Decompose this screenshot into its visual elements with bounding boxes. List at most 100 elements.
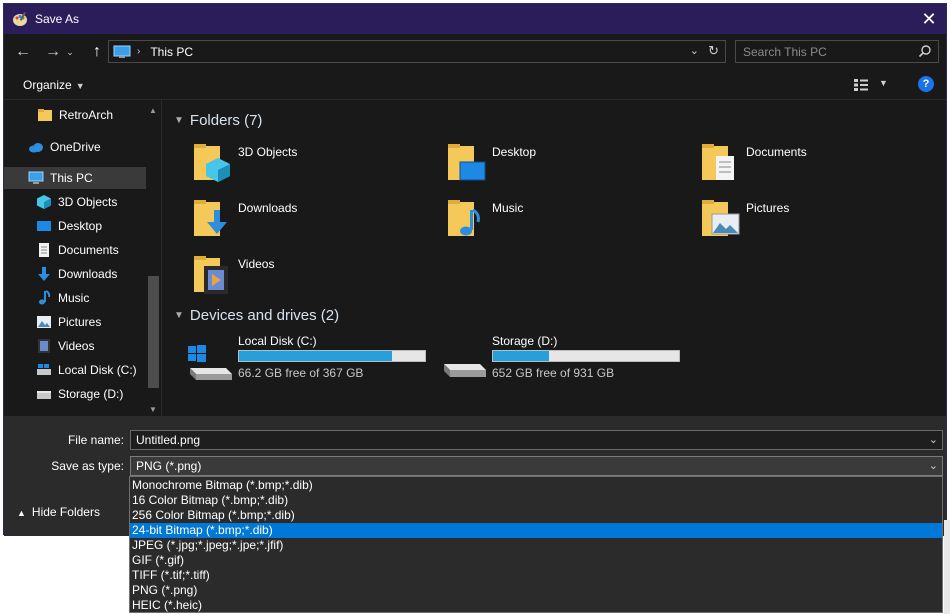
sidebar-scrollbar[interactable]: ▲ ▼ <box>146 100 161 416</box>
drive-icon <box>37 391 51 399</box>
sidebar-item-label: Pictures <box>58 315 102 329</box>
sidebar-item-storage-d[interactable]: Storage (D:) <box>4 383 146 405</box>
music-folder-icon <box>448 200 480 236</box>
drive-usage-bar <box>492 350 680 362</box>
drive-label: Local Disk (C:) <box>238 334 317 348</box>
chevron-down-icon: ▼ <box>174 115 184 126</box>
chevron-down-icon[interactable]: ⌄ <box>929 459 938 472</box>
search-placeholder: Search This PC <box>743 44 827 59</box>
scroll-down-arrow[interactable]: ▼ <box>149 405 157 414</box>
folder-label: Documents <box>746 145 807 159</box>
up-button[interactable]: ↑ <box>85 40 109 64</box>
sidebar-item-label: Documents <box>58 243 119 257</box>
sidebar-item-documents[interactable]: Documents <box>4 239 146 261</box>
type-option[interactable]: Monochrome Bitmap (*.bmp;*.dib) <box>130 478 942 493</box>
sidebar-item-label: OneDrive <box>50 140 101 154</box>
sidebar-item-label: 3D Objects <box>58 195 118 209</box>
videos-folder-icon <box>194 256 228 294</box>
paint-palette-icon <box>13 12 27 26</box>
breadcrumb-separator[interactable]: › <box>137 46 140 57</box>
folder-tile-3d-objects[interactable]: 3D Objects <box>192 140 297 184</box>
refresh-icon[interactable]: ↻ <box>708 43 719 59</box>
recent-locations-button[interactable]: ⌄ <box>64 40 76 64</box>
folders-header-label: Folders (7) <box>189 112 263 129</box>
search-input[interactable]: Search This PC <box>735 40 939 63</box>
toolbar: Organize ▼ ▼ ? <box>4 70 946 100</box>
hide-folders-label: Hide Folders <box>31 505 100 519</box>
drive-label: Storage (D:) <box>492 334 558 348</box>
sidebar-item-local-disk-c[interactable]: Local Disk (C:) <box>4 359 146 381</box>
help-button[interactable]: ? <box>918 76 934 92</box>
sidebar-item-label: Downloads <box>58 267 118 281</box>
type-option[interactable]: HEIC (*.heic) <box>130 598 942 613</box>
folder-tile-pictures[interactable]: Pictures <box>700 196 789 240</box>
type-option[interactable]: JPEG (*.jpg;*.jpeg;*.jpe;*.jfif) <box>130 538 942 553</box>
forward-button[interactable]: → <box>41 40 65 64</box>
organize-menu[interactable]: Organize ▼ <box>23 78 85 92</box>
sidebar-item-label: Videos <box>58 339 95 353</box>
folder-tile-desktop[interactable]: Desktop <box>446 140 536 184</box>
hide-folders-button[interactable]: ▲ Hide Folders <box>17 505 100 519</box>
view-options-dropdown[interactable]: ▼ <box>879 78 888 88</box>
desktop-icon <box>37 221 51 231</box>
scrollbar-thumb[interactable] <box>148 276 159 388</box>
breadcrumb-this-pc[interactable]: This PC <box>150 45 193 59</box>
file-name-label: File name: <box>67 433 124 447</box>
back-button[interactable]: ← <box>11 40 35 64</box>
computer-icon <box>113 45 131 58</box>
pictures-folder-icon <box>702 200 740 236</box>
chevron-up-icon: ▲ <box>17 508 26 518</box>
drive-icon <box>444 364 486 377</box>
folder-tile-videos[interactable]: Videos <box>192 252 274 296</box>
background-window-edge <box>944 520 950 614</box>
address-bar[interactable]: › This PC ⌄ ↻ <box>108 40 726 63</box>
drive-free-space: 66.2 GB free of 367 GB <box>238 366 364 380</box>
save-as-type-select[interactable]: PNG (*.png) ⌄ <box>130 456 943 476</box>
type-option[interactable]: TIFF (*.tif;*.tiff) <box>130 568 942 583</box>
cube-folder-icon <box>194 144 230 182</box>
sidebar-item-retroarch[interactable]: RetroArch <box>4 104 146 126</box>
type-option[interactable]: 256 Color Bitmap (*.bmp;*.dib) <box>130 508 942 523</box>
computer-icon <box>28 171 44 184</box>
folders-group-header[interactable]: ▼ Folders (7) <box>174 112 262 129</box>
sidebar-item-videos[interactable]: Videos <box>4 335 146 357</box>
sidebar-item-onedrive[interactable]: OneDrive <box>4 136 146 158</box>
folder-tile-downloads[interactable]: Downloads <box>192 196 297 240</box>
type-option[interactable]: 24-bit Bitmap (*.bmp;*.dib) <box>130 523 942 538</box>
chevron-down-icon[interactable]: ⌄ <box>690 44 699 57</box>
file-name-input[interactable]: Untitled.png ⌄ <box>130 430 943 450</box>
sidebar-item-label: This PC <box>50 171 93 185</box>
sidebar-item-3d-objects[interactable]: 3D Objects <box>4 191 146 213</box>
downloads-folder-icon <box>194 200 227 236</box>
download-icon <box>38 267 50 281</box>
folder-label: Downloads <box>238 201 298 215</box>
desktop-folder-icon <box>448 144 486 181</box>
sidebar-item-downloads[interactable]: Downloads <box>4 263 146 285</box>
drive-usage-fill <box>239 351 392 361</box>
cloud-icon <box>29 143 43 153</box>
picture-icon <box>37 316 51 328</box>
sidebar-item-pictures[interactable]: Pictures <box>4 311 146 333</box>
drive-tile-storage-d[interactable]: Storage (D:) 652 GB free of 931 GB <box>440 334 690 384</box>
close-button[interactable]: ✕ <box>912 4 946 34</box>
drive-tile-local-disk-c[interactable]: Local Disk (C:) 66.2 GB free of 367 GB <box>186 334 436 384</box>
folder-tile-music[interactable]: Music <box>446 196 523 240</box>
search-icon <box>918 45 931 58</box>
type-option[interactable]: 16 Color Bitmap (*.bmp;*.dib) <box>130 493 942 508</box>
type-option[interactable]: GIF (*.gif) <box>130 553 942 568</box>
scroll-up-arrow[interactable]: ▲ <box>149 106 157 115</box>
documents-folder-icon <box>702 144 734 180</box>
folder-label: 3D Objects <box>238 145 298 159</box>
sidebar-item-desktop[interactable]: Desktop <box>4 215 146 237</box>
chevron-down-icon[interactable]: ⌄ <box>929 433 938 446</box>
folder-tile-documents[interactable]: Documents <box>700 140 807 184</box>
video-icon <box>38 339 50 353</box>
drives-group-header[interactable]: ▼ Devices and drives (2) <box>174 307 339 324</box>
view-options-icon[interactable] <box>853 78 869 92</box>
type-option[interactable]: PNG (*.png) <box>130 583 942 598</box>
sidebar-item-this-pc[interactable]: This PC <box>4 167 146 189</box>
folder-label: Music <box>492 201 524 215</box>
sidebar-item-music[interactable]: Music <box>4 287 146 309</box>
music-icon <box>39 290 51 305</box>
file-list-pane: ▼ Folders (7) 3D Objects Desktop Documen… <box>162 100 946 416</box>
